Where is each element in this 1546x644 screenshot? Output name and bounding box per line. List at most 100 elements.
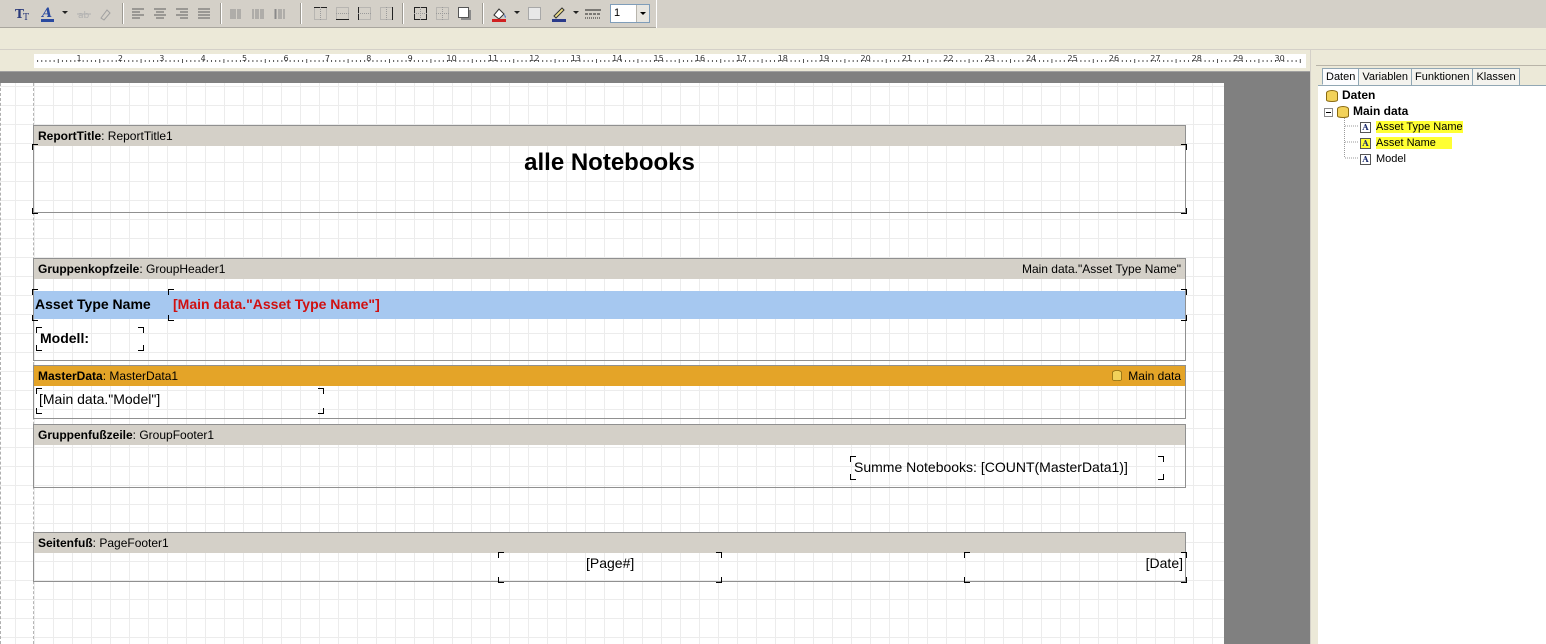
align-right-icon[interactable] — [172, 3, 192, 24]
fill-color-dropdown-icon[interactable] — [514, 11, 520, 14]
justify-icon[interactable] — [194, 3, 214, 24]
master-data-source-label: Main data — [1128, 369, 1181, 383]
ruler-number: 9 — [407, 54, 413, 63]
master-data-band[interactable]: MasterData: MasterData1 Main data [Main … — [33, 365, 1186, 419]
tab-variablen[interactable]: Variablen — [1358, 68, 1413, 85]
tab-klassen[interactable]: Klassen — [1472, 68, 1520, 85]
ruler-number: 6 — [283, 54, 289, 63]
database-icon — [1326, 89, 1338, 102]
collapse-icon[interactable] — [1324, 107, 1333, 117]
band-name-label: PageFooter1 — [99, 536, 169, 550]
ruler-number: 5 — [242, 54, 248, 63]
ruler-number: 13 — [570, 54, 581, 63]
frame-none-icon[interactable] — [432, 3, 452, 24]
ruler-number: 28 — [1191, 54, 1202, 63]
font-color-icon[interactable]: A — [36, 3, 60, 24]
ruler-number: 14 — [612, 54, 623, 63]
text-format-icon[interactable]: TT — [12, 3, 34, 24]
group-header-row[interactable]: Asset Type Name [Main data."Asset Type N… — [32, 289, 1187, 321]
group-header-band[interactable]: Gruppenkopfzeile: GroupHeader1 Main data… — [32, 258, 1187, 361]
page-footer-band-header[interactable]: Seitenfuß: PageFooter1 — [34, 533, 1185, 553]
tree-root-daten[interactable]: Daten — [1326, 88, 1375, 103]
highlight-icon[interactable] — [96, 3, 116, 24]
fill-color-icon[interactable] — [488, 3, 510, 24]
date-field-frame — [964, 552, 1187, 583]
page-footer-band[interactable]: Seitenfuß: PageFooter1 [Page#] [Date] — [33, 532, 1187, 583]
tree-root-label: Daten — [1342, 88, 1376, 102]
report-title-band-header[interactable]: ReportTitle: ReportTitle1 — [34, 126, 1185, 146]
ruler-number: 30 — [1274, 54, 1285, 63]
panel-tabs: Daten Variablen Funktionen Klassen — [1322, 68, 1520, 85]
ruler-number: 4 — [200, 54, 206, 63]
data-tree-panel: Daten Variablen Funktionen Klassen Daten… — [1316, 50, 1546, 644]
secondary-toolbar — [0, 28, 1546, 50]
group-condition-label: Main data."Asset Type Name" — [1021, 262, 1181, 276]
group-header-band-header[interactable]: Gruppenkopfzeile: GroupHeader1 Main data… — [34, 259, 1185, 279]
svg-text:T: T — [23, 13, 29, 21]
tab-daten[interactable]: Daten — [1322, 68, 1360, 85]
align-center-icon[interactable] — [150, 3, 170, 24]
frame-left-icon[interactable] — [354, 3, 374, 24]
svg-text:ab: ab — [78, 11, 90, 20]
text-field-icon: A — [1360, 153, 1371, 165]
ruler-number: 16 — [694, 54, 706, 63]
tree-field-asset-type-name[interactable]: A Asset Type Name — [1360, 120, 1463, 134]
band-type-label: MasterData — [38, 369, 103, 383]
line-width-select[interactable]: 1 — [610, 4, 650, 23]
frame-all-icon[interactable] — [410, 3, 430, 24]
band-type-label: Gruppenkopfzeile — [38, 262, 140, 276]
panel-header — [1316, 50, 1546, 66]
ruler-number: 26 — [1108, 54, 1120, 63]
group-footer-band[interactable]: Gruppenfußzeile: GroupFooter1 Summe Note… — [33, 424, 1186, 488]
ruler-number: 21 — [901, 54, 913, 63]
frame-bottom-icon[interactable] — [332, 3, 352, 24]
tree-field-label: Asset Type Name — [1376, 121, 1463, 133]
data-tree: Daten Main data A Asset Type Name A Asset … — [1318, 85, 1546, 644]
band-name-label: MasterData1 — [109, 369, 179, 383]
band-name-label: GroupFooter1 — [139, 428, 215, 442]
report-title-band[interactable]: ReportTitle: ReportTitle1 alle Notebooks — [32, 125, 1187, 214]
text-field-icon: A — [1360, 121, 1371, 133]
svg-text:A: A — [40, 6, 52, 21]
format-toolbar: TT A ab 1 — [0, 0, 1546, 28]
page-gap — [0, 73, 1310, 83]
text-field-icon: A — [1360, 137, 1371, 149]
ruler-number: 19 — [819, 54, 830, 63]
align-left-icon[interactable] — [128, 3, 148, 24]
ruler-number: 3 — [159, 54, 165, 63]
frame-top-icon[interactable] — [310, 3, 330, 24]
barcode-icon-1[interactable] — [226, 3, 246, 24]
ruler-number: 10 — [446, 54, 457, 63]
tree-field-model[interactable]: A Model — [1360, 152, 1406, 166]
ruler-number: 18 — [777, 54, 788, 63]
ruler-number: 15 — [653, 54, 664, 63]
tree-field-asset-name[interactable]: A Asset Name — [1360, 136, 1452, 150]
shadow-icon[interactable] — [454, 3, 474, 24]
line-width-value: 1 — [614, 7, 621, 19]
barcode-icon-2[interactable] — [248, 3, 268, 24]
tab-funktionen[interactable]: Funktionen — [1411, 68, 1474, 85]
ruler-number: 7 — [324, 54, 330, 63]
design-surface: 1 2 3 4 5 6 7 8 9 10 11 12 13 14 15 16 17 18 19 20 21 22 23 24 2… — [0, 50, 1310, 644]
line-style-icon[interactable] — [582, 3, 604, 24]
barcode-icon-3[interactable] — [270, 3, 290, 24]
tree-field-label: Asset Name — [1376, 137, 1452, 149]
tree-datasource-label: Main data — [1353, 104, 1409, 118]
strikethrough-icon[interactable]: ab — [74, 3, 94, 24]
report-designer-window: TT A ab 1 1 2 3 4 5 6 7 8 9 10 11 12 13 … — [0, 0, 1546, 644]
tree-node-main-data[interactable]: Main data — [1324, 104, 1408, 119]
band-name-label: GroupHeader1 — [146, 262, 226, 276]
chevron-down-icon[interactable] — [636, 5, 649, 22]
font-color-dropdown-icon[interactable] — [62, 11, 68, 14]
line-color-dropdown-icon[interactable] — [573, 11, 579, 14]
line-color-icon[interactable] — [548, 3, 570, 24]
group-footer-band-header[interactable]: Gruppenfußzeile: GroupFooter1 — [34, 425, 1185, 445]
ruler-number: 22 — [943, 54, 954, 63]
master-data-band-header[interactable]: MasterData: MasterData1 Main data — [34, 366, 1185, 386]
frame-right-icon[interactable] — [376, 3, 396, 24]
ruler-number: 20 — [860, 54, 871, 63]
frame-color-icon[interactable] — [524, 3, 544, 24]
ruler-number: 1 — [76, 54, 82, 63]
ruler-number: 27 — [1150, 54, 1161, 63]
ruler-number: 11 — [487, 54, 499, 63]
